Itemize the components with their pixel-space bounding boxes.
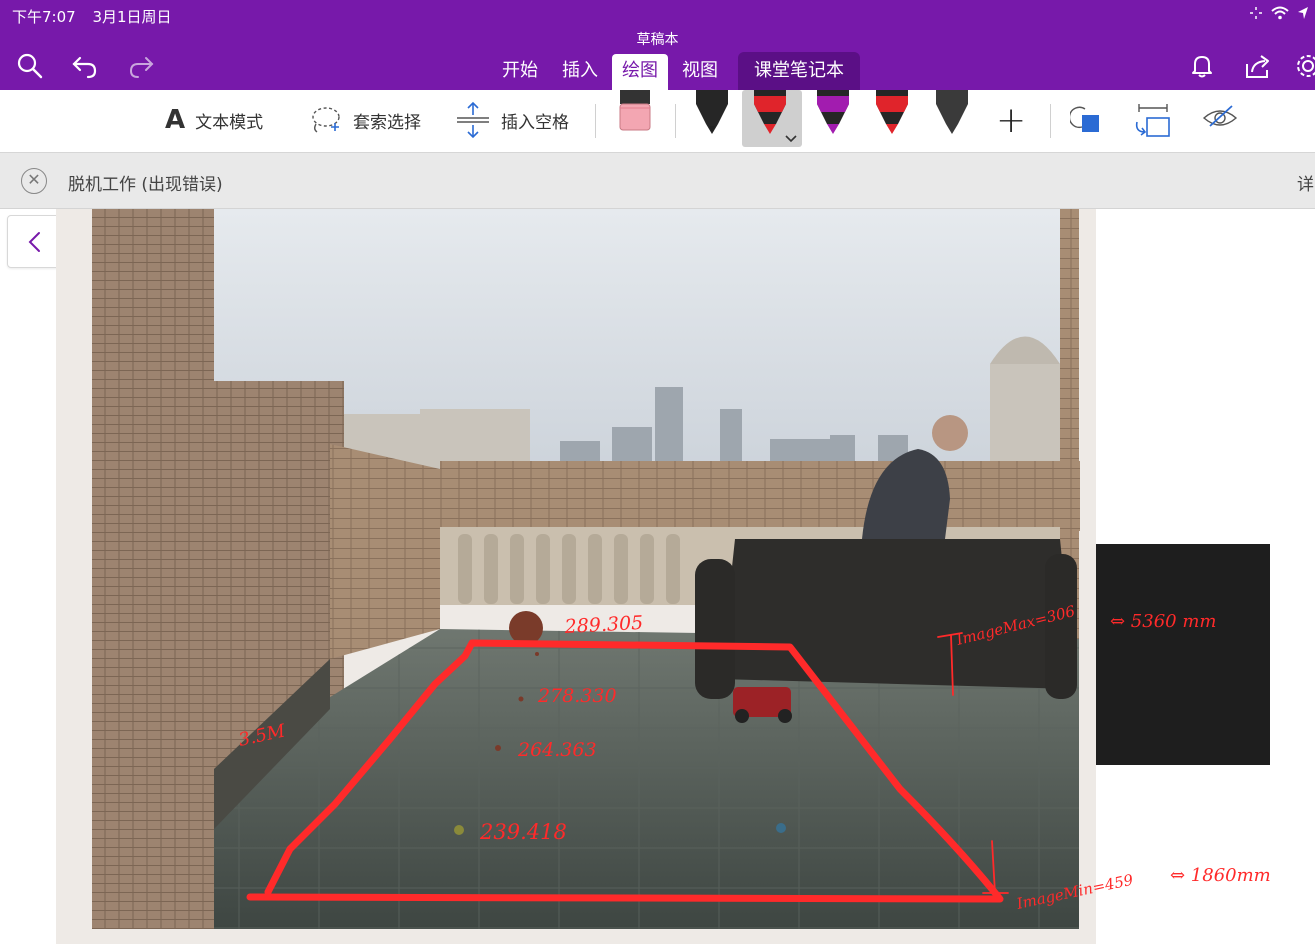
insert-space-label: 插入空格 [501, 112, 569, 133]
text-mode-icon: A [165, 105, 186, 135]
ink-image-max: ImageMax=306 [954, 602, 1078, 649]
notice-detail-link[interactable]: 详 [1297, 170, 1314, 195]
note-page[interactable]: 289.305 278.330 264.363 239.418 3.5M Ima… [0, 209, 1315, 944]
ink-image-max-mm: ⇔ 5360 mm [1110, 611, 1216, 632]
chevron-down-icon[interactable] [784, 134, 798, 144]
lasso-icon [312, 107, 340, 133]
lasso-select-label: 套索选择 [353, 112, 421, 133]
undo-icon[interactable] [67, 48, 103, 84]
close-icon[interactable]: ✕ [21, 168, 47, 194]
location-icon [1298, 7, 1308, 19]
redo-icon[interactable] [123, 48, 159, 84]
pen-red-selected[interactable] [752, 90, 788, 138]
onenote-app: 下午7:07 3月1日周日 草稿本 开始 插入 绘图 视图 课堂笔记本 A 文本… [0, 0, 1315, 944]
ribbon-divider [1050, 104, 1051, 138]
share-icon[interactable] [1240, 48, 1276, 84]
tab-view[interactable]: 视图 [670, 52, 730, 90]
tab-draw[interactable]: 绘图 [612, 54, 668, 90]
ribbon-tabs: 开始 插入 绘图 视图 课堂笔记本 [490, 52, 860, 90]
ink-annotations[interactable]: 289.305 278.330 264.363 239.418 3.5M Ima… [0, 209, 1315, 944]
status-icons [1249, 6, 1309, 20]
status-date: 3月1日周日 [92, 8, 172, 26]
pen-red[interactable] [874, 90, 910, 138]
offline-notice-bar: ✕ 脱机工作 (出现错误) 详 [0, 153, 1315, 209]
add-pen-button[interactable]: + [996, 90, 1026, 150]
ink-image-min: ImageMin=459 [1014, 871, 1135, 914]
document-title: 草稿本 [636, 32, 679, 48]
insert-space-icon [457, 101, 489, 139]
draw-ribbon: A 文本模式 套索选择 插入空格 + [0, 90, 1315, 153]
tab-home[interactable]: 开始 [490, 52, 550, 90]
ink-trapezoid-stroke[interactable] [246, 639, 1004, 903]
ink-label-3: 264.363 [517, 739, 597, 761]
pen-black[interactable] [694, 90, 730, 138]
search-icon[interactable] [12, 48, 48, 84]
lasso-select-button[interactable]: 套索选择 [311, 90, 421, 150]
pen-purple[interactable] [815, 90, 851, 138]
ink-image-min-mm: ⇔ 1860mm [1170, 865, 1271, 886]
wifi-icon [1271, 6, 1289, 20]
ink-to-shape-icon[interactable] [1070, 105, 1106, 137]
settings-icon[interactable] [1294, 48, 1315, 84]
loading-icon [1250, 7, 1262, 19]
status-time: 下午7:07 [12, 8, 76, 26]
eraser-icon[interactable] [618, 90, 652, 134]
ink-label-2: 278.330 [537, 685, 617, 707]
insert-space-button[interactable]: 插入空格 [455, 90, 569, 150]
ink-label-top: 289.305 [563, 612, 644, 638]
offline-notice-text: 脱机工作 (出现错误) [68, 175, 223, 195]
ink-label-4: 239.418 [479, 820, 567, 844]
status-time-date: 下午7:07 3月1日周日 [12, 6, 172, 27]
tab-class-notebook[interactable]: 课堂笔记本 [738, 52, 860, 90]
title-bar: 下午7:07 3月1日周日 草稿本 开始 插入 绘图 视图 课堂笔记本 [0, 0, 1315, 90]
ink-replay-icon[interactable] [1200, 102, 1240, 136]
ribbon-divider [675, 104, 676, 138]
ribbon-divider [595, 104, 596, 138]
bell-icon[interactable] [1184, 48, 1220, 84]
text-mode-button[interactable]: A 文本模式 [165, 90, 263, 150]
text-mode-label: 文本模式 [195, 112, 264, 133]
ink-label-left: 3.5M [237, 720, 288, 750]
pen-dark-gray[interactable] [934, 90, 970, 138]
resize-canvas-icon[interactable] [1133, 100, 1173, 140]
tab-insert[interactable]: 插入 [550, 52, 610, 90]
